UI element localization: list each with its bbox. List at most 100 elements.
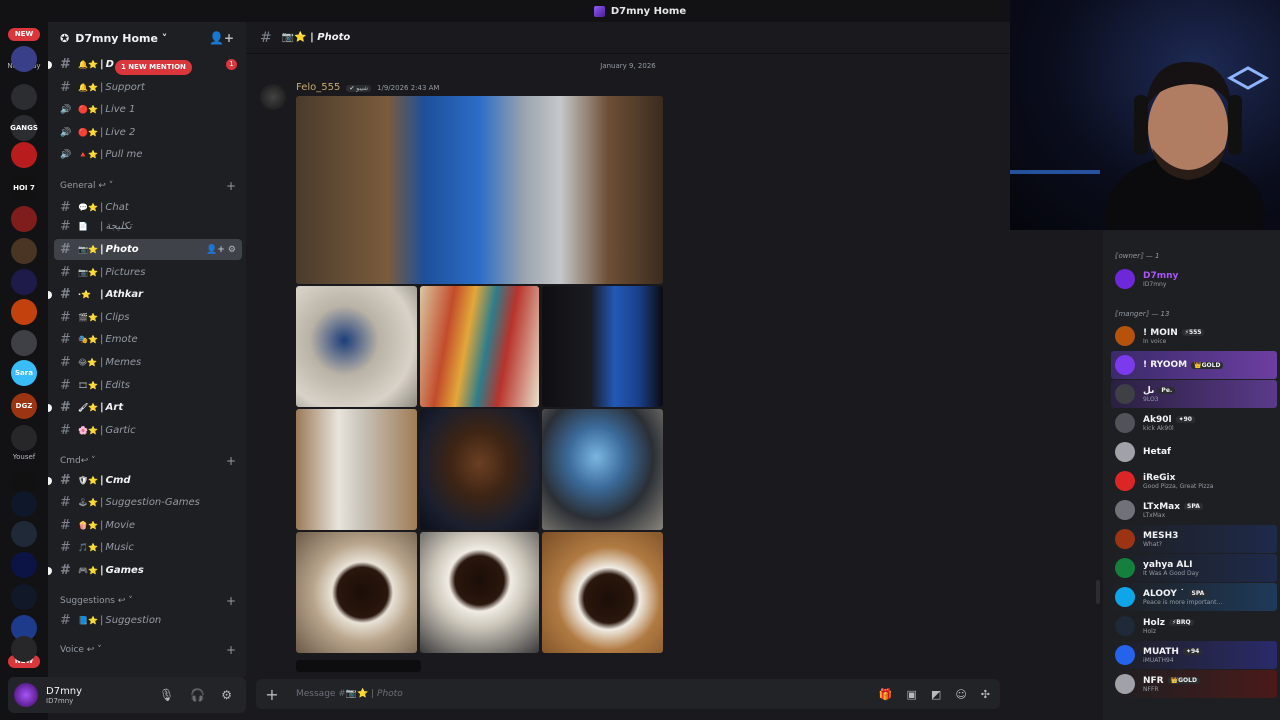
server-icon[interactable]: GANGS bbox=[10, 115, 38, 141]
photo-thumbnail[interactable] bbox=[542, 409, 663, 530]
yousef-label[interactable]: Yousef bbox=[6, 453, 42, 461]
member-item[interactable]: iReGix Good Pizza, Great Pizza bbox=[1111, 467, 1277, 495]
photo-cans-large[interactable] bbox=[296, 96, 663, 284]
channel-item-suggestion[interactable]: # 📘⭐ | Suggestion bbox=[54, 610, 242, 631]
member-item[interactable]: LTxMax SPA LTxMax bbox=[1111, 496, 1277, 524]
gif-icon[interactable]: ▣ bbox=[907, 688, 917, 701]
member-status: ID7mny bbox=[1143, 280, 1167, 288]
channel-emoji: 🖌⭐ bbox=[78, 403, 99, 412]
channel-item-art[interactable]: # 🖌⭐ | Art bbox=[48, 397, 242, 418]
photo-thumbnail[interactable] bbox=[542, 286, 663, 407]
new-mention-pill[interactable]: 1 NEW MENTION bbox=[115, 60, 192, 75]
server-icon[interactable] bbox=[11, 142, 37, 168]
channel-item-photo[interactable]: # 📷⭐ | Photo 👤+ ⚙ bbox=[54, 239, 242, 260]
server-icon[interactable] bbox=[11, 584, 37, 610]
member-item[interactable]: ! MOIN ⚡555 In voice bbox=[1111, 322, 1277, 350]
message-input[interactable]: Message #📷⭐ | Photo bbox=[296, 689, 403, 699]
apps-icon[interactable]: ✣ bbox=[981, 688, 990, 701]
photo-thumbnail[interactable] bbox=[296, 660, 421, 672]
member-item[interactable]: ALOOY ˙ SPA Peace is more important... bbox=[1111, 583, 1277, 611]
member-list-scrollbar[interactable] bbox=[1096, 580, 1100, 604]
sticker-icon[interactable]: ◩ bbox=[931, 688, 941, 701]
member-item[interactable]: D7mny ID7mny bbox=[1111, 265, 1277, 293]
member-item[interactable]: Holz ⚡BRQ Holz bbox=[1111, 612, 1277, 640]
channel-separator: | bbox=[100, 475, 104, 486]
member-item[interactable]: yahya ALI It Was A Good Day bbox=[1111, 554, 1277, 582]
channel-item-movie[interactable]: # 🍿⭐ | Movie bbox=[54, 515, 242, 536]
server-icon[interactable] bbox=[11, 299, 37, 325]
server-icon[interactable] bbox=[11, 84, 37, 110]
channel-item-suggestion-games[interactable]: # 🕹⭐ | Suggestion-Games bbox=[54, 492, 242, 513]
server-icon[interactable] bbox=[11, 269, 37, 295]
member-item[interactable]: MESH3 What? bbox=[1111, 525, 1277, 553]
hash-icon: # bbox=[60, 242, 71, 257]
server-icon[interactable]: Sara bbox=[11, 360, 37, 386]
photo-thumbnail[interactable] bbox=[542, 532, 663, 653]
photo-thumbnail[interactable] bbox=[296, 409, 417, 530]
server-icon[interactable] bbox=[11, 46, 37, 72]
add-channel-icon[interactable]: + bbox=[226, 179, 236, 193]
channel-item-athkar[interactable]: # ·⭐ | Athkar bbox=[48, 284, 242, 305]
guild-header[interactable]: ✪ D7mny Home ˅ 👤+ bbox=[48, 22, 246, 54]
channel-settings-icon[interactable]: 👤+ ⚙ bbox=[206, 245, 236, 255]
channel-item-games[interactable]: # 🎮⭐ | Games bbox=[48, 560, 242, 581]
member-item[interactable]: ! RYOOM 👑GOLD bbox=[1111, 351, 1277, 379]
category-voice[interactable]: Voice ↩ ˅ + bbox=[60, 643, 236, 657]
category-cmd[interactable]: Cmd↩ ˅ + bbox=[60, 454, 236, 468]
member-item[interactable]: Hetaf bbox=[1111, 438, 1277, 466]
member-item[interactable]: ىل Pe. 9LO3 bbox=[1111, 380, 1277, 408]
add-channel-icon[interactable]: + bbox=[226, 643, 236, 657]
server-icon[interactable] bbox=[11, 206, 37, 232]
photo-thumbnail[interactable] bbox=[420, 532, 539, 653]
server-icon[interactable]: HOI 7 bbox=[11, 175, 37, 201]
message-author[interactable]: Felo_555 bbox=[296, 82, 340, 93]
channel-item-live-2[interactable]: 🔊 🔴⭐ | Live 2 bbox=[54, 122, 242, 143]
channel-item-memes[interactable]: # 😂⭐ | Memes bbox=[54, 352, 242, 373]
photo-thumbnail[interactable] bbox=[420, 409, 539, 530]
category-suggestions[interactable]: Suggestions ↩ ˅ + bbox=[60, 594, 236, 608]
add-people-icon[interactable]: 👤+ bbox=[209, 31, 234, 45]
server-icon[interactable] bbox=[11, 238, 37, 264]
photo-thumbnail[interactable] bbox=[296, 532, 417, 653]
channel-item-live-1[interactable]: 🔊 🔴⭐ | Live 1 bbox=[54, 99, 242, 120]
channel-name: Music bbox=[105, 542, 134, 553]
channel-item-gartic[interactable]: # 🌸⭐ | Gartic bbox=[54, 420, 242, 441]
category-general[interactable]: General ↩ ˅ + bbox=[60, 179, 236, 193]
headphones-icon[interactable]: 🎧 bbox=[190, 688, 205, 702]
member-item[interactable]: NFR 👑GOLD NFFR bbox=[1111, 670, 1277, 698]
channel-item-music[interactable]: # 🎵⭐ | Music bbox=[54, 537, 242, 558]
message-author-avatar[interactable] bbox=[260, 84, 286, 110]
gift-icon[interactable]: 🎁 bbox=[879, 688, 893, 701]
photo-thumbnail[interactable] bbox=[296, 286, 417, 407]
server-icon[interactable]: DGZ bbox=[11, 393, 37, 419]
channel-item-clips[interactable]: # 🎬⭐ | Clips bbox=[54, 307, 242, 328]
channel-item-cmd[interactable]: # 🛡⭐ | Cmd bbox=[48, 470, 242, 491]
add-attachment-icon[interactable]: + bbox=[256, 685, 288, 704]
channel-item-support[interactable]: # 🔔⭐ | Support bbox=[54, 77, 242, 98]
settings-gear-icon[interactable]: ⚙ bbox=[221, 688, 232, 702]
server-icon[interactable] bbox=[11, 425, 37, 451]
member-item[interactable]: Ak90l ✦90 kick Ak90l bbox=[1111, 409, 1277, 437]
channel-item-chat[interactable]: # 💬⭐ | Chat bbox=[54, 197, 242, 218]
new-pill-top[interactable]: NEW bbox=[8, 28, 40, 41]
channel-item--[interactable]: # 📄 | تكليجة bbox=[54, 216, 242, 237]
channel-item-pictures[interactable]: # 📷⭐ | Pictures bbox=[54, 262, 242, 283]
server-icon[interactable] bbox=[11, 491, 37, 517]
category-label: Suggestions ↩ ˅ bbox=[60, 596, 133, 606]
mic-icon[interactable]: 🎙 bbox=[159, 688, 174, 702]
member-item[interactable]: MUATH ✦94 iMUATH94 bbox=[1111, 641, 1277, 669]
channel-item-emote[interactable]: # 🎭⭐ | Emote bbox=[54, 329, 242, 350]
server-rail: NEW Next Play Yousef NEW GANGSHOI 7SaraD… bbox=[0, 22, 48, 720]
message-composer[interactable]: + Message #📷⭐ | Photo 🎁 ▣ ◩ ☺ ✣ bbox=[256, 679, 1000, 709]
server-icon[interactable] bbox=[11, 552, 37, 578]
avatar[interactable] bbox=[14, 683, 38, 707]
channel-item-pull-me[interactable]: 🔊 🔺⭐ | Pull me bbox=[54, 144, 242, 165]
add-channel-icon[interactable]: + bbox=[226, 454, 236, 468]
channel-item-edits[interactable]: # 🎞⭐ | Edits bbox=[54, 375, 242, 396]
add-channel-icon[interactable]: + bbox=[226, 594, 236, 608]
server-icon[interactable] bbox=[11, 521, 37, 547]
emoji-icon[interactable]: ☺ bbox=[955, 688, 966, 701]
server-icon[interactable] bbox=[11, 330, 37, 356]
photo-thumbnail[interactable] bbox=[420, 286, 539, 407]
server-icon[interactable] bbox=[11, 636, 37, 662]
